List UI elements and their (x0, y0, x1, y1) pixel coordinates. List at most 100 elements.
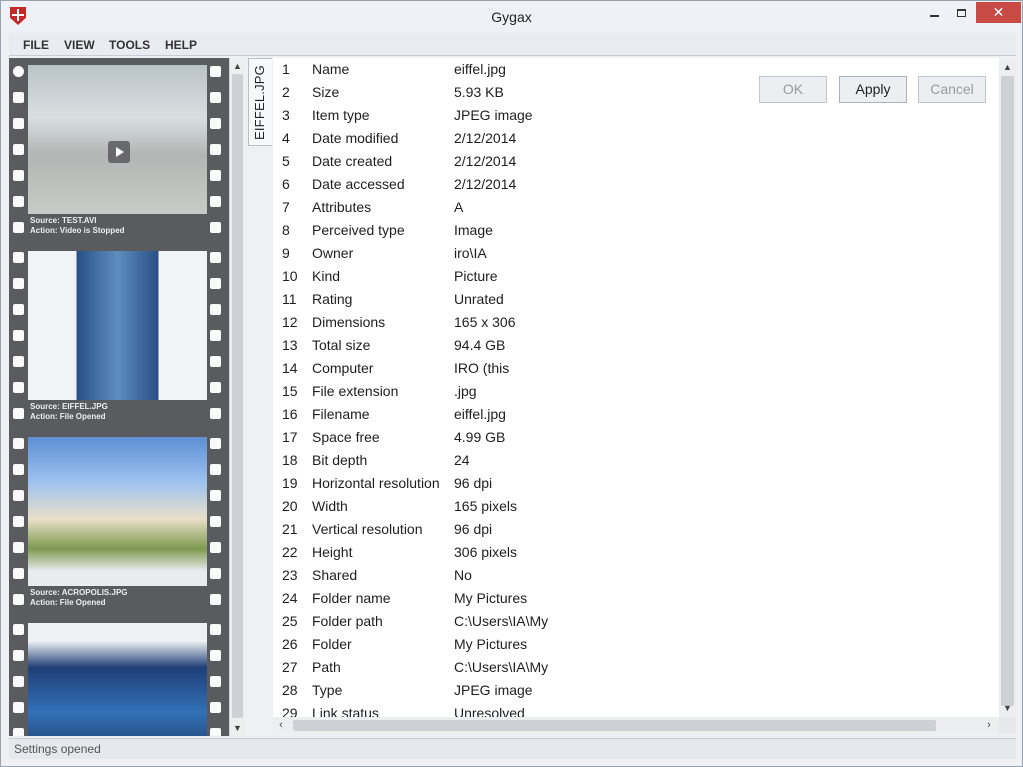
property-name: Type (312, 682, 343, 698)
scroll-up-icon[interactable]: ▲ (999, 60, 1016, 74)
horizontal-scroll-thumb[interactable] (293, 720, 936, 731)
menu-view[interactable]: VIEW (64, 38, 95, 52)
property-index: 20 (282, 498, 298, 514)
property-name: Dimensions (312, 314, 386, 330)
properties-horizontal-scrollbar[interactable]: ‹ › (273, 717, 999, 734)
sprocket-hole (13, 382, 24, 393)
tower-bridge-photo[interactable] (28, 623, 207, 736)
sprocket-hole (210, 196, 221, 207)
property-row[interactable]: 3 Item type JPEG image (273, 105, 999, 128)
tab-file[interactable]: EIFFEL.JPG (248, 58, 272, 146)
property-row[interactable]: 9 Owner iro\IA (273, 243, 999, 266)
property-row[interactable]: 28 Type JPEG image (273, 680, 999, 703)
sprocket-hole (210, 356, 221, 367)
property-index: 13 (282, 337, 298, 353)
sprocket-hole (13, 408, 24, 419)
property-row[interactable]: 23 Shared No (273, 565, 999, 588)
title-bar[interactable]: Gygax ✕ (1, 1, 1022, 33)
property-row[interactable]: 10 Kind Picture (273, 266, 999, 289)
filmstrip-scroll-thumb[interactable] (232, 74, 243, 718)
sprocket-hole (210, 676, 221, 687)
property-row[interactable]: 15 File extension .jpg (273, 381, 999, 404)
sprocket-hole (210, 278, 221, 289)
property-row[interactable]: 27 Path C:\Users\IA\My (273, 657, 999, 680)
scroll-right-icon[interactable]: › (981, 717, 997, 734)
property-row[interactable]: 21 Vertical resolution 96 dpi (273, 519, 999, 542)
cancel-button[interactable]: Cancel (918, 76, 986, 103)
minimize-button[interactable] (920, 2, 948, 23)
property-name: Computer (312, 360, 374, 376)
sprocket-hole (13, 252, 24, 263)
scroll-left-icon[interactable]: ‹ (273, 717, 289, 734)
filmstrip-scrollbar[interactable]: ▲ ▼ (229, 58, 245, 736)
video-thumbnail-quarry[interactable] (28, 65, 207, 214)
property-row[interactable]: 11 Rating Unrated (273, 289, 999, 312)
sprocket-hole (210, 66, 221, 77)
sprocket-hole (210, 728, 221, 736)
filmstrip-frame[interactable]: Source: EIFFEL.JPG Action: File Opened (9, 244, 229, 430)
menu-help[interactable]: HELP (165, 38, 197, 52)
property-name: Rating (312, 291, 353, 307)
property-index: 2 (282, 84, 290, 100)
property-index: 18 (282, 452, 298, 468)
property-row[interactable]: 14 Computer IRO (this (273, 358, 999, 381)
acropolis-photo[interactable] (28, 437, 207, 586)
eiffel-tower-photo[interactable] (28, 251, 207, 400)
property-row[interactable]: 22 Height 306 pixels (273, 542, 999, 565)
property-row[interactable]: 26 Folder My Pictures (273, 634, 999, 657)
sprocket-hole (210, 144, 221, 155)
property-row[interactable]: 29 Link status Unresolved (273, 703, 999, 717)
property-row[interactable]: 25 Folder path C:\Users\IA\My (273, 611, 999, 634)
scroll-down-icon[interactable]: ▼ (999, 701, 1016, 715)
sprocket-hole (210, 490, 221, 501)
property-row[interactable]: 7 Attributes A (273, 197, 999, 220)
property-value: C:\Users\IA\My (454, 613, 549, 629)
status-text: Settings opened (14, 742, 101, 756)
property-row[interactable]: 18 Bit depth 24 (273, 450, 999, 473)
property-name: Owner (312, 245, 354, 261)
properties-vertical-scrollbar[interactable]: ▲ ▼ (999, 58, 1016, 717)
properties-scroll-thumb[interactable] (1001, 76, 1014, 706)
property-row[interactable]: 13 Total size 94.4 GB (273, 335, 999, 358)
filmstrip[interactable]: Source: TEST.AVI Action: Video is Stopped… (9, 58, 229, 736)
property-index: 25 (282, 613, 298, 629)
sprocket-hole (13, 728, 24, 736)
filmstrip-frame[interactable] (9, 616, 229, 736)
scroll-down-icon[interactable]: ▼ (230, 721, 245, 735)
sprocket-hole (13, 330, 24, 341)
frame-action: Action: File Opened (30, 598, 106, 607)
close-button[interactable]: ✕ (976, 2, 1021, 23)
menu-file[interactable]: FILE (23, 38, 49, 52)
property-index: 26 (282, 636, 298, 652)
sprocket-hole (210, 438, 221, 449)
ok-button[interactable]: OK (759, 76, 827, 103)
filmstrip-frame[interactable]: Source: TEST.AVI Action: Video is Stopped (9, 58, 229, 244)
properties-panel: 1 Name eiffel.jpg 2 Size 5.93 KB 3 Item type JPE… (273, 58, 999, 717)
frame-action: Action: Video is Stopped (30, 226, 125, 235)
menu-tools[interactable]: TOOLS (109, 38, 150, 52)
sprocket-hole (210, 516, 221, 527)
frame-source: Source: EIFFEL.JPG (30, 402, 108, 411)
property-row[interactable]: 17 Space free 4.99 GB (273, 427, 999, 450)
sprocket-hole (13, 356, 24, 367)
property-row[interactable]: 12 Dimensions 165 x 306 (273, 312, 999, 335)
property-row[interactable]: 5 Date created 2/12/2014 (273, 151, 999, 174)
maximize-icon (956, 8, 966, 17)
property-row[interactable]: 6 Date accessed 2/12/2014 (273, 174, 999, 197)
play-icon[interactable] (108, 141, 130, 163)
property-value: Picture (454, 268, 498, 284)
property-row[interactable]: 24 Folder name My Pictures (273, 588, 999, 611)
property-index: 21 (282, 521, 298, 537)
scroll-up-icon[interactable]: ▲ (230, 59, 245, 73)
property-row[interactable]: 16 Filename eiffel.jpg (273, 404, 999, 427)
property-value: 306 pixels (454, 544, 518, 560)
sprocket-hole (13, 490, 24, 501)
property-row[interactable]: 20 Width 165 pixels (273, 496, 999, 519)
property-row[interactable]: 4 Date modified 2/12/2014 (273, 128, 999, 151)
property-row[interactable]: 19 Horizontal resolution 96 dpi (273, 473, 999, 496)
filmstrip-frame[interactable]: Source: ACROPOLIS.JPG Action: File Opened (9, 430, 229, 616)
sprocket-hole (210, 252, 221, 263)
apply-button[interactable]: Apply (839, 76, 907, 103)
property-row[interactable]: 8 Perceived type Image (273, 220, 999, 243)
maximize-button[interactable] (948, 2, 974, 23)
